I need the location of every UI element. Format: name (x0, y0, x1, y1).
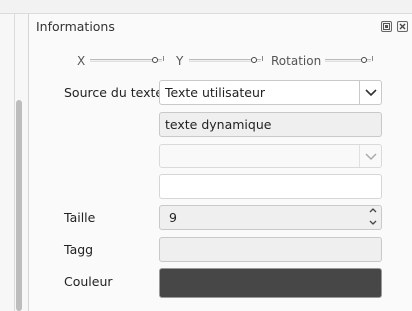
chevron-down-icon (369, 220, 377, 225)
text-value-field[interactable]: texte dynamique (159, 112, 382, 137)
x-slider-label: X (77, 54, 86, 68)
tag-input[interactable] (159, 237, 382, 262)
rotation-slider-tick (372, 56, 373, 61)
y-slider-handle[interactable] (251, 57, 257, 63)
left-scrollbar[interactable] (16, 100, 22, 311)
float-icon[interactable] (381, 21, 392, 32)
panel-title: Informations (36, 19, 115, 34)
close-icon[interactable] (397, 21, 408, 32)
color-swatch-button[interactable] (159, 268, 382, 298)
rotation-slider-label: Rotation (271, 54, 322, 68)
x-slider-tick (163, 56, 164, 61)
tag-label: Tagg (64, 242, 94, 257)
chevron-up-icon (369, 208, 377, 213)
chevron-down-icon (365, 153, 377, 161)
text-value: texte dynamique (165, 117, 272, 132)
x-slider-handle[interactable] (152, 57, 158, 63)
color-label: Couleur (64, 274, 113, 289)
size-spinbox[interactable]: 9 (159, 205, 382, 230)
secondary-dropdown-chevron-box[interactable] (359, 145, 381, 167)
rotation-slider-handle[interactable] (361, 57, 367, 63)
y-slider-tick (262, 56, 263, 61)
secondary-dropdown[interactable] (159, 144, 382, 168)
size-decrement-icon[interactable] (367, 218, 379, 230)
float-icon-glyph (383, 23, 390, 30)
top-strip (0, 0, 412, 14)
source-dropdown[interactable]: Texte utilisateur (159, 80, 382, 105)
left-pane-divider (14, 14, 15, 311)
close-icon-glyph (399, 23, 406, 30)
y-slider-label: Y (176, 54, 184, 68)
source-label: Source du texte (64, 85, 164, 100)
chevron-down-icon (365, 89, 377, 97)
empty-input[interactable] (159, 174, 382, 199)
size-value: 9 (169, 210, 177, 225)
source-dropdown-chevron-box[interactable] (359, 81, 381, 104)
source-dropdown-value: Texte utilisateur (165, 85, 266, 100)
size-label: Taille (64, 210, 96, 225)
size-increment-icon[interactable] (367, 206, 379, 218)
